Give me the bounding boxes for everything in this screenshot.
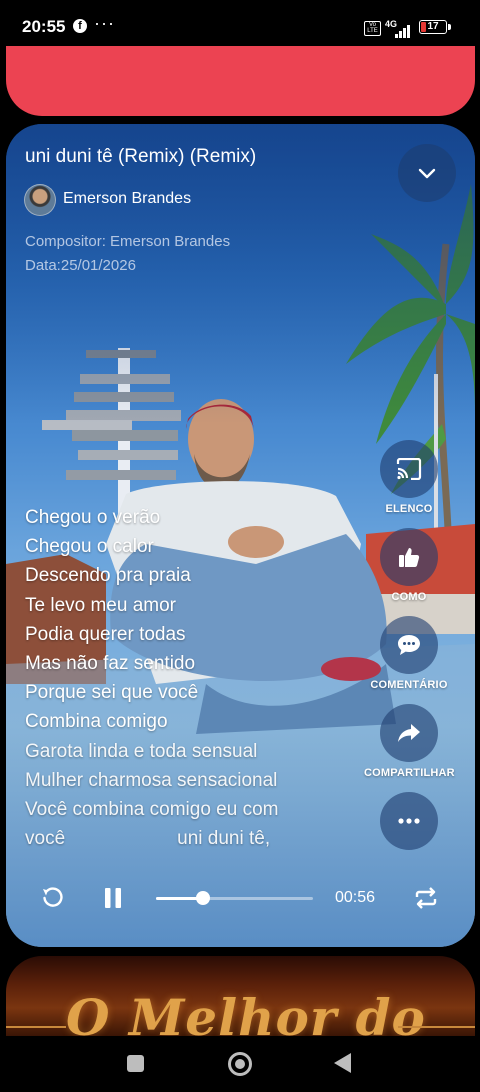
status-bar: 20:55 f ··· Vo LTE 4G 17 [0,0,480,44]
lyric-line: Combina comigo [25,711,168,733]
song-title: uni duni tê (Remix) (Remix) [25,146,257,167]
lyric-fragment: uni duni tê, [177,828,271,850]
recents-button[interactable] [127,1055,144,1072]
chevron-down-icon [418,168,436,179]
replay-icon[interactable] [41,886,65,910]
more-notifications-icon: ··· [94,13,115,33]
author-name[interactable]: Emerson Brandes [63,190,191,208]
comment-icon [398,635,420,655]
next-card-title: O Melhor do [66,988,426,1036]
like-label: COMO [391,591,427,603]
author-avatar[interactable] [24,184,56,216]
share-action[interactable]: COMPARTILHAR [364,704,455,779]
lyric-fragment: você [25,828,66,850]
battery-level: 17 [427,21,439,32]
current-time: 00:56 [335,889,376,906]
comment-button[interactable] [380,616,438,674]
like-action[interactable]: COMO [364,528,454,603]
lyric-line: Garota linda e toda sensual [25,740,258,762]
volte-icon: Vo LTE [364,21,381,36]
repeat-icon[interactable] [414,886,438,910]
lyric-line: Descendo pra praia [25,565,191,587]
previous-card[interactable] [6,46,475,116]
cast-button[interactable] [380,440,438,498]
battery-icon: 17 [419,20,451,34]
player-card: uni duni tê (Remix) (Remix) Emerson Bran… [6,124,475,947]
more-action[interactable] [364,792,454,850]
lyric-line: Você combina comigo eu com [25,799,279,821]
share-button[interactable] [380,704,438,762]
playback-controls: 00:56 [6,872,475,924]
comment-action[interactable]: COMENTÁRIO [364,616,454,691]
lyric-line: Chegou o verão [25,507,161,528]
cast-label: ELENCO [385,503,433,515]
lyrics: Chegou o verão Chegou o calor Descendo p… [25,503,365,853]
composer-text: Compositor: Emerson Brandes [25,233,231,250]
signal-icon [395,20,411,38]
thumbs-up-icon [399,548,420,567]
cast-action[interactable]: ELENCO [364,440,454,515]
progress-bar[interactable] [156,891,313,905]
share-label: COMPARTILHAR [364,767,455,779]
status-time: 20:55 [22,17,66,36]
decorative-line [6,1026,66,1028]
collapse-button[interactable] [398,144,456,202]
next-card[interactable]: O Melhor do [6,956,475,1036]
lyric-line: Porque sei que você [25,682,199,704]
decorative-line [398,1026,475,1028]
share-icon [398,724,420,742]
lyric-line: Podia querer todas [25,623,186,645]
navigation-bar [0,1036,480,1092]
more-dots-icon [398,818,420,824]
like-button[interactable] [380,528,438,586]
back-button[interactable] [334,1053,351,1073]
cast-icon [396,458,422,480]
lyric-line: Te levo meu amor [25,594,177,616]
lyric-line: Mulher charmosa sensacional [25,769,278,791]
lyric-line: Mas não faz sentido [25,653,196,675]
comment-label: COMENTÁRIO [370,679,448,691]
lyric-line: Chegou o calor [25,536,154,558]
pause-icon[interactable] [103,886,123,910]
release-date: Data:25/01/2026 [25,257,136,274]
facebook-icon: f [73,19,87,33]
more-button[interactable] [380,792,438,850]
lyric-line-last: você uni duni tê, [25,824,365,853]
home-button[interactable] [228,1052,252,1076]
progress-knob[interactable] [196,891,211,905]
